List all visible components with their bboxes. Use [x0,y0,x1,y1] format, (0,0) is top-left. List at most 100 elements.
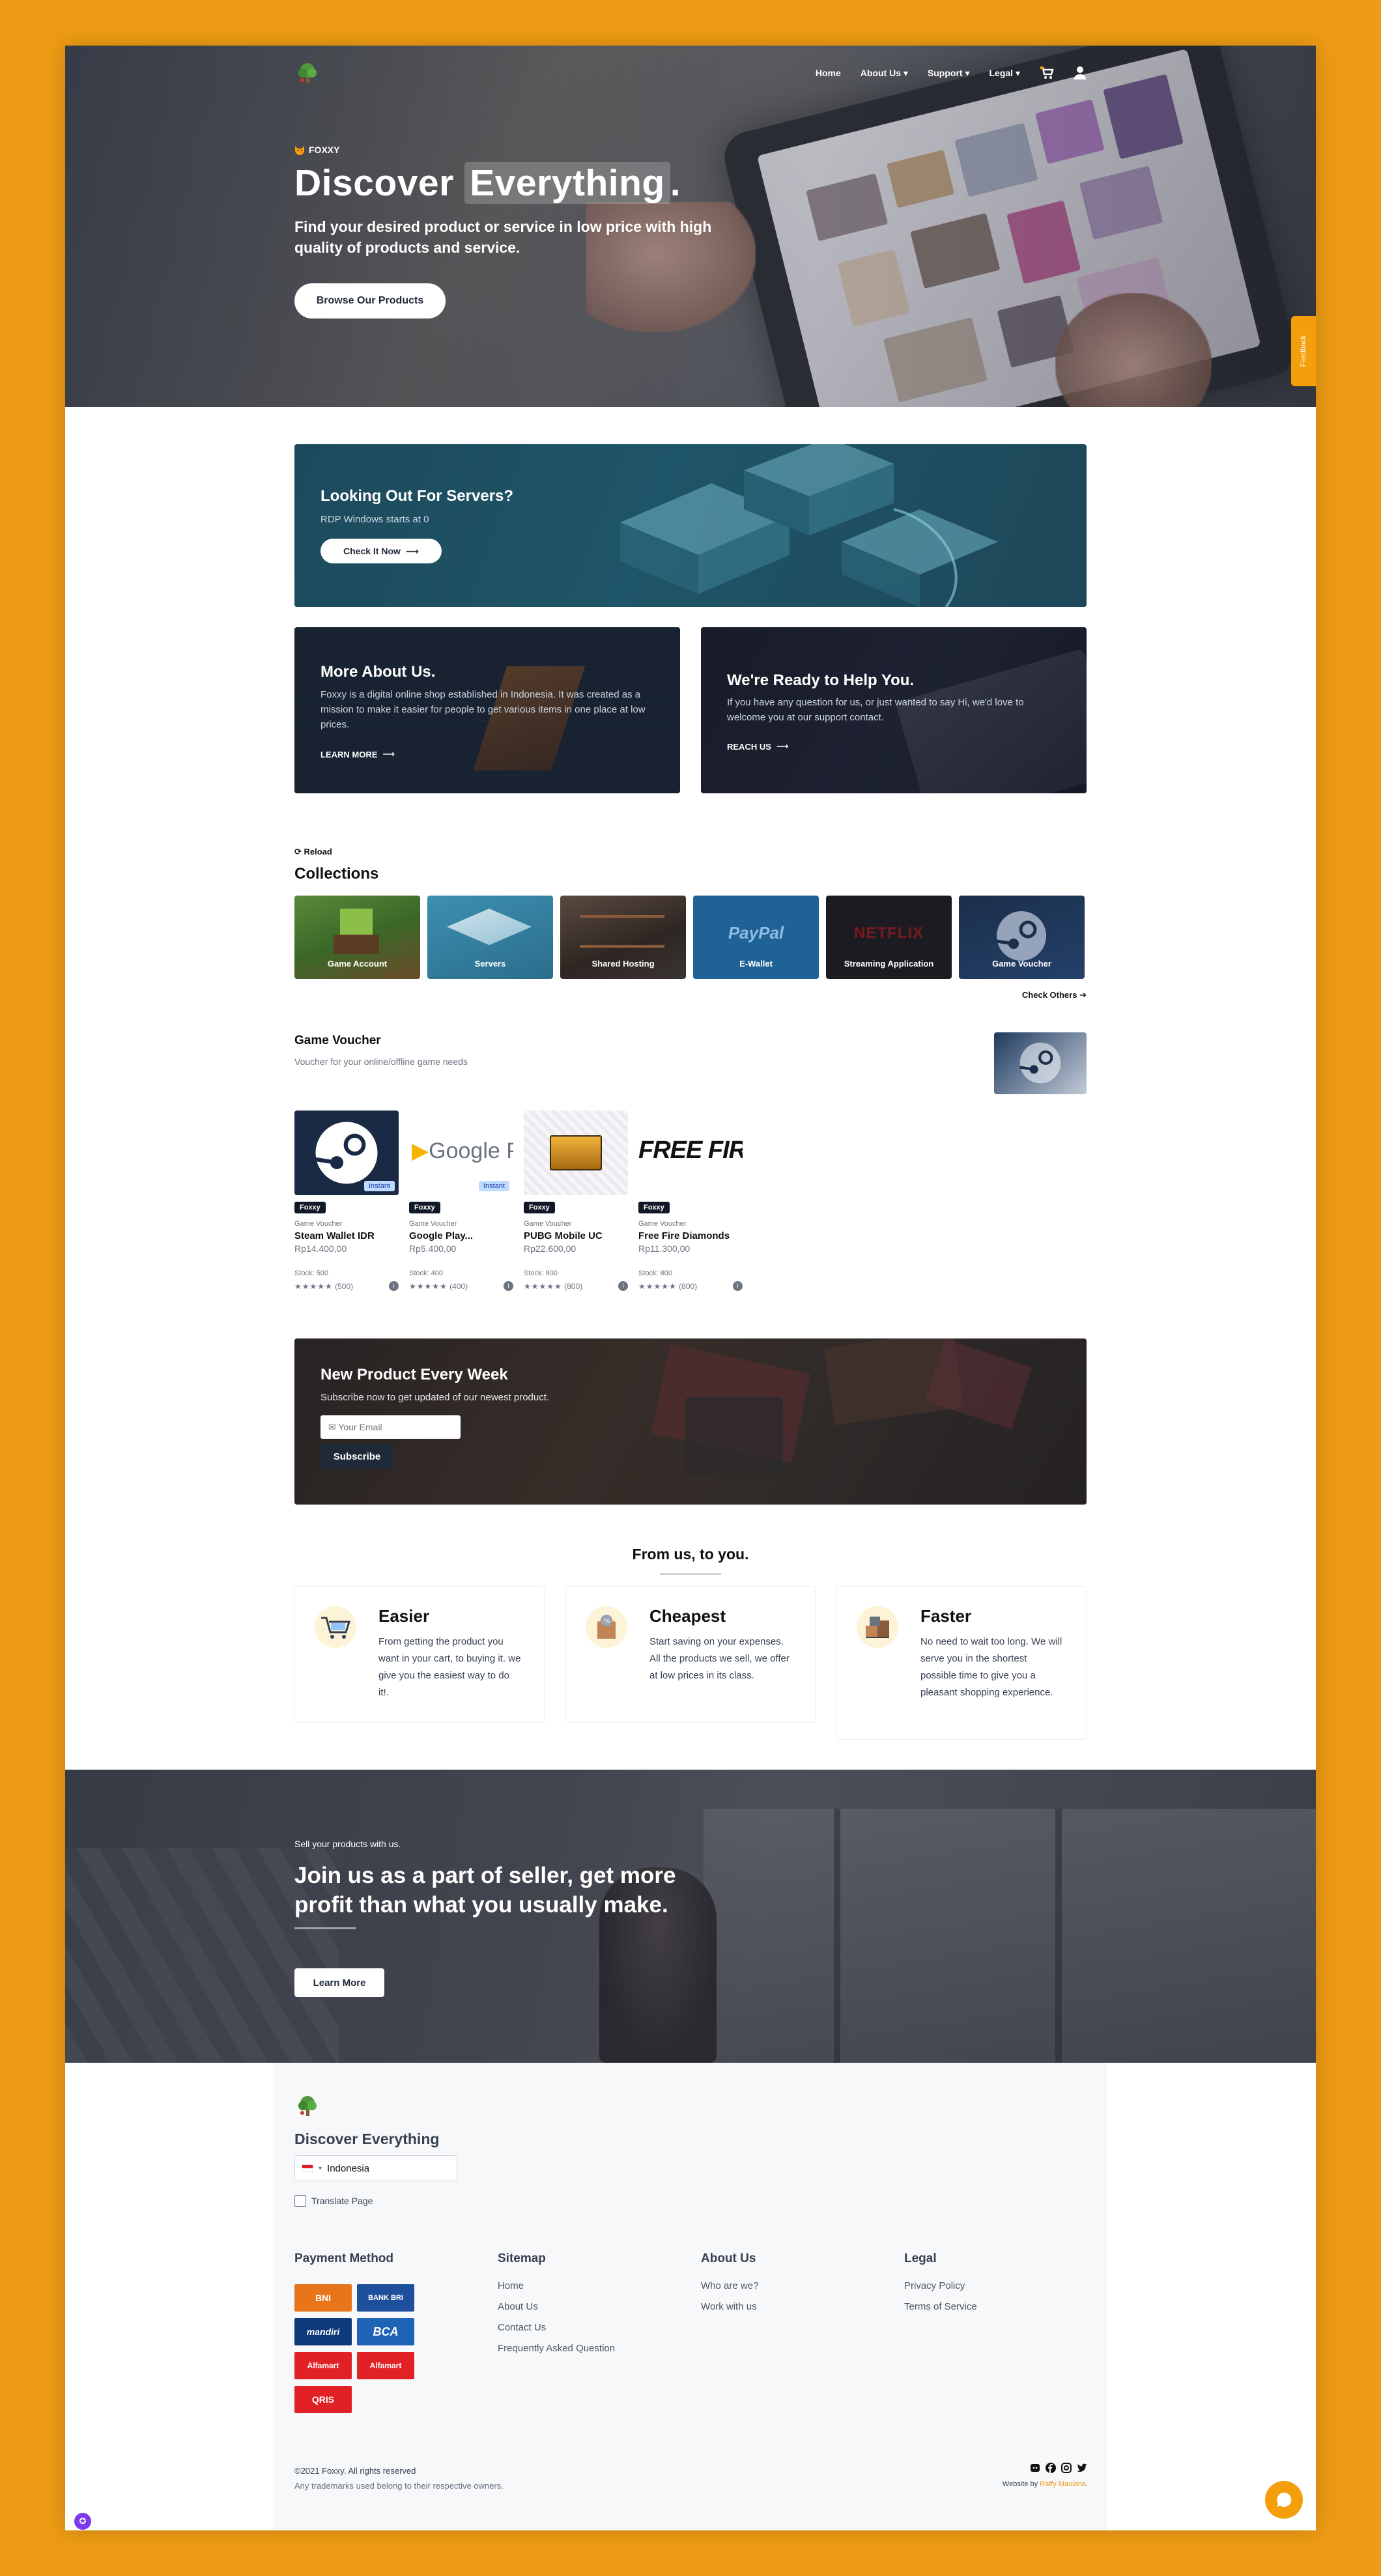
arrow-right-icon: ⟶ [382,749,395,759]
product-image[interactable]: FREE FIRE [638,1111,743,1195]
collection-servers[interactable]: Servers [427,896,553,979]
product-name[interactable]: Google Play... [409,1230,515,1241]
info-icon[interactable]: i [504,1281,513,1291]
product-card[interactable]: Foxxy Game Voucher PUBG Mobile UC Rp22.6… [524,1111,629,1291]
product-price: Rp11.300,00 [638,1243,690,1254]
product-name[interactable]: Free Fire Diamonds [638,1230,744,1241]
servers-banner-title: Looking Out For Servers? [320,487,514,505]
seller-kicker: Sell your products with us. [294,1839,401,1849]
feature-text: From getting the product you want in you… [378,1636,521,1698]
footer-link-contact-us[interactable]: Contact Us [498,2322,546,2333]
footer-link-about-us[interactable]: About Us [498,2301,538,2312]
paypal-logo: PayPal [728,923,784,942]
country-select[interactable]: ▾ Indonesia [294,2155,457,2181]
seller-title: Join us as a part of seller, get more pr… [294,1863,676,1918]
product-name[interactable]: Steam Wallet IDR [294,1230,400,1241]
twitter-icon[interactable] [1076,2462,1088,2474]
seller-badge: Foxxy [409,1202,440,1213]
footer: Discover Everything ▾ Indonesia Translat… [274,2063,1107,2530]
reload-button[interactable]: ⟳ Reload [294,847,332,857]
piggy-bank-icon: % [586,1606,627,1648]
seller-badge: Foxxy [294,1202,326,1213]
about-banner[interactable]: More About Us. Foxxy is a digital online… [294,627,680,793]
mandiri-logo: mandiri [294,2318,352,2345]
product-price: Rp14.400,00 [294,1243,347,1254]
product-category: Game Voucher [524,1220,572,1228]
subscribe-button[interactable]: Subscribe [320,1444,393,1469]
qris-logo: QRIS [294,2386,352,2413]
copyright-text: ©2021 Foxxy. All rights reserved [294,2466,416,2476]
check-it-now-button[interactable]: Check It Now ⟶ [320,539,442,563]
browse-products-button[interactable]: Browse Our Products [294,283,446,318]
reach-us-link[interactable]: REACH US ⟶ [727,741,789,752]
servers-banner[interactable]: Looking Out For Servers? RDP Windows sta… [294,444,1087,607]
product-category: Game Voucher [294,1220,343,1228]
alfamart-logo: Alfamart [357,2352,414,2379]
collection-streaming-application[interactable]: NETFLIX Streaming Application [826,896,952,979]
social-links [1029,2462,1088,2474]
info-icon[interactable]: i [389,1281,399,1291]
help-banner-text: If you have any question for us, or just… [727,697,1024,723]
feature-title: Cheapest [649,1606,726,1626]
chat-button[interactable] [1265,2481,1303,2519]
hero-subtitle: Find your desired product or service in … [294,218,712,256]
user-icon[interactable] [1074,66,1087,80]
discord-icon[interactable] [1029,2462,1041,2474]
brand-label: FOXXY [294,145,339,155]
help-banner[interactable]: We're Ready to Help You. If you have any… [701,627,1087,793]
footer-brand: Discover Everything [294,2130,440,2147]
product-card[interactable]: FREE FIRE Foxxy Game Voucher Free Fire D… [638,1111,744,1291]
page-frame: Home About Us ▾ Support ▾ Legal ▾ FOXXY … [65,46,1316,2530]
nav-legal[interactable]: Legal ▾ [989,68,1021,79]
collection-game-voucher[interactable]: Game Voucher [959,896,1085,979]
footer-link-home[interactable]: Home [498,2280,524,2291]
feature-title: Faster [920,1606,972,1626]
product-image[interactable]: Instant [294,1111,399,1195]
tree-logo-icon[interactable] [294,2093,320,2119]
about-banner-text: Foxxy is a digital online shop establish… [320,689,646,730]
steam-logo-icon [315,1122,378,1184]
rating-stars: ★★★★★ [524,1281,562,1291]
nav-about-us[interactable]: About Us ▾ [861,68,908,79]
nav-support[interactable]: Support ▾ [928,68,970,79]
author-link[interactable]: Raffy Maulana [1040,2480,1086,2488]
hero-section: Home About Us ▾ Support ▾ Legal ▾ FOXXY … [65,46,1316,407]
footer-link-faq[interactable]: Frequently Asked Question [498,2343,615,2354]
cart-icon[interactable] [1040,66,1054,79]
nav-home[interactable]: Home [816,68,841,78]
info-icon[interactable]: i [733,1281,743,1291]
footer-link-who-are-we[interactable]: Who are we? [701,2280,758,2291]
translate-checkbox[interactable]: Translate Page [294,2195,373,2207]
instagram-icon[interactable] [1061,2462,1072,2474]
footer-link-privacy-policy[interactable]: Privacy Policy [904,2280,965,2291]
info-icon[interactable]: i [618,1281,628,1291]
collection-shared-hosting[interactable]: Shared Hosting [560,896,686,979]
product-name[interactable]: PUBG Mobile UC [524,1230,629,1241]
learn-more-link[interactable]: LEARN MORE ⟶ [320,749,395,759]
collection-game-account[interactable]: Game Account [294,896,420,979]
product-image[interactable] [524,1111,628,1195]
product-card[interactable]: Instant Foxxy Game Voucher Steam Wallet … [294,1111,400,1291]
google-play-logo: ▶Google Pl [412,1139,513,1163]
feature-card-faster: Faster No need to wait too long. We will… [836,1586,1087,1740]
bca-logo: BCA [357,2318,414,2345]
newsletter-title: New Product Every Week [320,1366,508,1383]
feedback-tab[interactable]: Feedback [1291,316,1316,386]
accessibility-icon[interactable]: ✪ [74,2513,91,2530]
feature-card-easier: Easier From getting the product you want… [294,1586,545,1723]
checkbox[interactable] [294,2195,306,2207]
product-card[interactable]: ▶Google Pl Instant Foxxy Game Voucher Go… [409,1111,515,1291]
newsletter-section: New Product Every Week Subscribe now to … [294,1338,1087,1505]
tree-logo-icon[interactable] [294,60,320,86]
footer-link-terms-of-service[interactable]: Terms of Service [904,2301,977,2312]
learn-more-button[interactable]: Learn More [294,1968,384,1997]
check-others-link[interactable]: Check Others ➔ [1022,990,1087,1000]
game-voucher-image[interactable] [994,1032,1087,1094]
website-credit: Website by Raffy Maulana. [1002,2480,1088,2488]
email-input[interactable] [320,1415,461,1439]
facebook-icon[interactable] [1045,2462,1057,2474]
footer-link-work-with-us[interactable]: Work with us [701,2301,757,2312]
seller-section: Sell your products with us. Join us as a… [65,1770,1316,2063]
collection-e-wallet[interactable]: PayPal E-Wallet [693,896,819,979]
product-image[interactable]: ▶Google Pl Instant [409,1111,513,1195]
